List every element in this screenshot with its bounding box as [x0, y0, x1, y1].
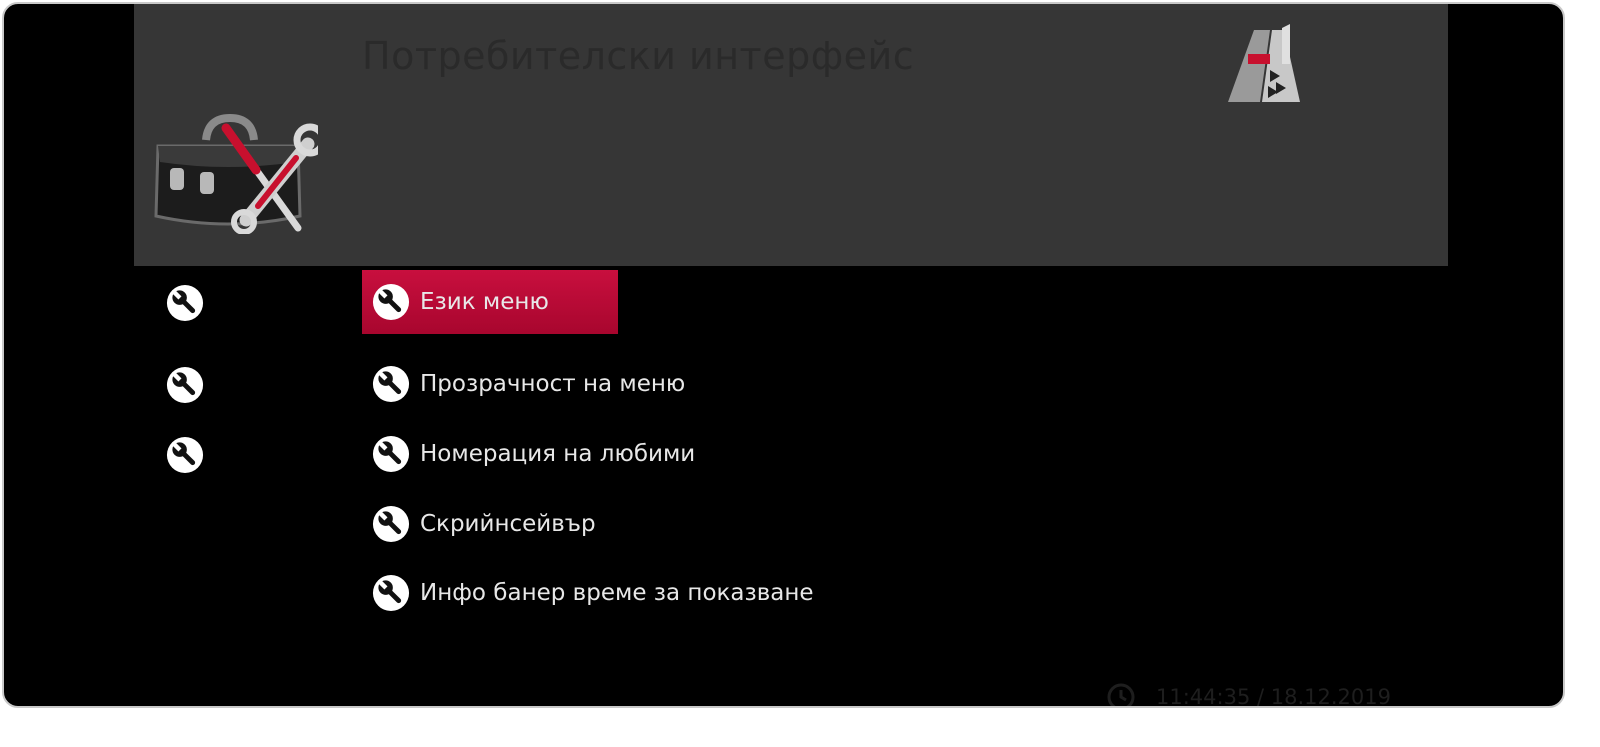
wrench-icon: [372, 283, 410, 321]
menu-item-label: Инфо банер време за показване: [420, 580, 814, 606]
page-title: Потребителски интерфейс: [362, 34, 915, 78]
menu-item-menu-language[interactable]: Език меню: [362, 270, 618, 334]
wrench-icon: [372, 435, 410, 473]
menu-item-label: Номерация на любими: [420, 441, 696, 467]
clock-icon: [1107, 683, 1135, 706]
a1-logo: [1228, 24, 1300, 102]
menu-item-label: Прозрачност на меню: [420, 371, 686, 397]
header-panel: Потребителски интерфейс: [134, 4, 1448, 266]
wrench-icon: [372, 365, 410, 403]
wrench-icon: [372, 505, 410, 543]
menu-item-info-banner-time[interactable]: Инфо банер време за показване: [362, 561, 814, 625]
wrench-icon: [166, 366, 204, 404]
toolbox-icon: [154, 113, 318, 234]
menu-item-label: Скрийнсейвър: [420, 511, 596, 537]
wrench-icon: [372, 574, 410, 612]
status-clock: 11:44:35 / 18.12.2019: [1106, 680, 1391, 708]
wrench-icon: [166, 436, 204, 474]
date-time-text: 11:44:35 / 18.12.2019: [1156, 685, 1391, 708]
menu-item-menu-transparency[interactable]: Прозрачност на меню: [362, 352, 685, 416]
wrench-icon: [166, 284, 204, 322]
tv-screen: Потребителски интерфейс Език меню Прозра…: [2, 2, 1565, 708]
menu-item-favorites-numbering[interactable]: Номерация на любими: [362, 422, 695, 486]
menu-item-label: Език меню: [420, 289, 549, 315]
menu-item-screensaver[interactable]: Скрийнсейвър: [362, 492, 618, 556]
